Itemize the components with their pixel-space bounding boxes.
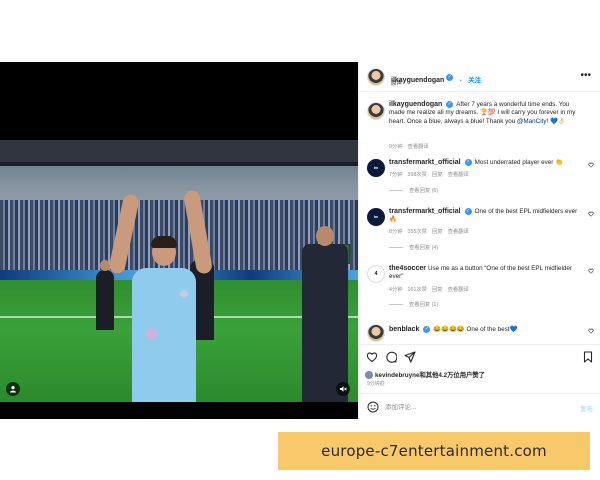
player-hair [151, 236, 177, 248]
follow-button[interactable]: 关注 [468, 77, 481, 84]
comment-time: 8分钟 [389, 229, 403, 235]
caption-mention-link[interactable]: @ManCity! [517, 118, 548, 125]
video-bokeh [180, 290, 188, 298]
post-header: ilkayguendogan ✓ • 关注 原声 ••• [359, 62, 600, 92]
heart-icon[interactable] [366, 351, 378, 363]
post-timestamp: 9分钟前 [367, 381, 385, 387]
comment-likes[interactable]: 398次赞 [408, 172, 427, 178]
post-video[interactable] [0, 62, 358, 419]
caption-translate-link[interactable]: 查看翻译 [408, 144, 429, 150]
heart-icon[interactable] [588, 162, 594, 168]
post-comment-button[interactable]: 发布 [580, 403, 593, 413]
bookmark-icon[interactable] [582, 351, 594, 363]
verified-badge-icon: ✓ [446, 101, 454, 108]
reply-button[interactable]: 回复 [432, 172, 443, 178]
post-details-panel: ilkayguendogan ✓ • 关注 原声 ••• ilkayguendog… [358, 62, 600, 419]
liker-avatar [365, 371, 373, 380]
comment-username[interactable]: the4soccer [389, 265, 426, 272]
comment-text: transfermarkt_official ✓ Most underrated p… [389, 159, 585, 167]
heart-icon[interactable] [588, 211, 594, 217]
video-person-suit [302, 226, 348, 402]
comment-username[interactable]: benblack [389, 326, 419, 333]
watermark-banner: europe-c7entertainment.com [278, 432, 590, 470]
comment-text: transfermarkt_official ✓ One of the best E… [389, 208, 585, 225]
video-person-left [96, 260, 114, 330]
comment-body: Most underrated player ever 👏 [474, 159, 563, 167]
commenter-avatar[interactable]: tm [367, 159, 385, 177]
view-replies-label: 查看回复 (4) [409, 245, 439, 251]
comment-meta: 7分钟 398次赞 回复 查看翻译 [389, 170, 474, 178]
view-replies-label: 查看回复 (1) [409, 302, 439, 308]
caption-avatar[interactable] [367, 102, 385, 120]
translate-link[interactable]: 查看翻译 [448, 229, 469, 235]
emoji-icon[interactable] [367, 401, 379, 413]
mute-icon[interactable] [336, 382, 350, 396]
caption-emoji: 💙👌🏻 [550, 117, 566, 125]
likes-summary-text: 和其他4.2万位用户赞了 [419, 372, 485, 379]
translate-link[interactable]: 查看翻译 [448, 172, 469, 178]
commenter-avatar[interactable]: 4 [367, 265, 385, 283]
player-jersey [132, 268, 196, 402]
view-replies-button[interactable]: 查看回复 (1) [389, 300, 438, 308]
liker-username[interactable]: kevindebruyne [375, 372, 419, 379]
translate-link[interactable]: 查看翻译 [448, 287, 469, 293]
comment-username[interactable]: transfermarkt_official [389, 159, 461, 166]
comment-likes[interactable]: 161次赞 [408, 287, 427, 293]
author-line: ilkayguendogan ✓ • 关注 [391, 69, 481, 87]
comments-list: ilkayguendogan ✓ After 7 years a wonderful… [359, 92, 600, 344]
comment-username[interactable]: transfermarkt_official [389, 208, 461, 215]
separator-dot: • [459, 78, 462, 84]
comment-icon[interactable] [385, 351, 397, 363]
verified-badge-icon: ✓ [464, 159, 472, 166]
caption-text: ilkayguendogan ✓ After 7 years a wonderful… [389, 101, 585, 126]
user-tag-icon[interactable] [6, 382, 20, 396]
video-stadium-roof [0, 140, 358, 166]
heart-icon[interactable] [588, 328, 594, 334]
likes-summary[interactable]: kevindebruyne和其他4.2万位用户赞了 [365, 370, 485, 380]
comment-time: 4分钟 [389, 287, 403, 293]
verified-badge-icon: ✓ [446, 74, 454, 82]
add-comment-bar: 发布 [359, 393, 600, 419]
caption-time: 9分钟 [389, 144, 403, 150]
caption-username[interactable]: ilkayguendogan [389, 101, 442, 108]
video-frame-stadium-scene[interactable] [0, 140, 358, 402]
comment-meta: 8分钟 355次赞 回复 查看翻译 [389, 227, 474, 235]
video-main-player [107, 189, 214, 402]
view-replies-button[interactable]: 查看回复 (4) [389, 243, 438, 251]
comment-body: 😂😂😂😂 One of the best💙 [433, 326, 518, 334]
reply-button[interactable]: 回复 [432, 229, 443, 235]
share-icon[interactable] [404, 351, 416, 363]
more-icon[interactable]: ••• [580, 70, 591, 81]
video-bokeh [146, 328, 158, 340]
view-replies-label: 查看回复 (6) [409, 188, 439, 194]
caption-meta: 9分钟 查看翻译 [389, 142, 434, 150]
audio-label[interactable]: 原声 [391, 79, 402, 87]
commenter-avatar[interactable]: tm [367, 208, 385, 226]
comment-text: the4soccer Use me as a button “One of the… [389, 265, 585, 281]
comment-input[interactable] [385, 401, 555, 413]
view-replies-button[interactable]: 查看回复 (6) [389, 186, 438, 194]
comment-meta: 4分钟 161次赞 回复 查看翻译 [389, 285, 474, 293]
comment-time: 7分钟 [389, 172, 403, 178]
comment-text: benblack ✓ 😂😂😂😂 One of the best💙 [389, 326, 585, 334]
author-avatar[interactable] [367, 68, 385, 86]
verified-badge-icon: ✓ [464, 208, 472, 215]
verified-badge-icon: ✓ [423, 326, 431, 333]
reply-button[interactable]: 回复 [432, 287, 443, 293]
watermark-text: europe-c7entertainment.com [321, 442, 547, 460]
commenter-avatar[interactable] [367, 324, 385, 342]
heart-icon[interactable] [588, 268, 594, 274]
comment-likes[interactable]: 355次赞 [408, 229, 427, 235]
